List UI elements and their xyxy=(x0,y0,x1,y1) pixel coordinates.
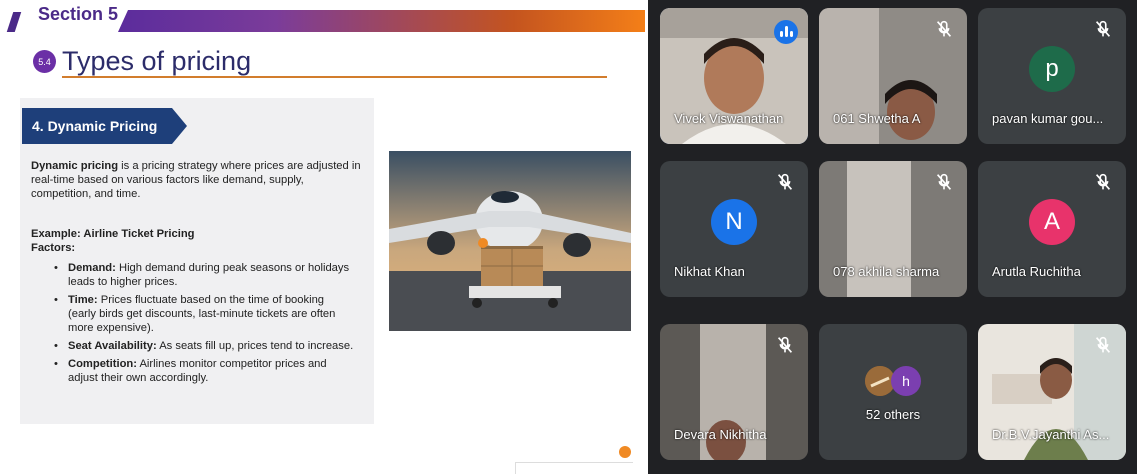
mic-off-icon xyxy=(936,20,952,37)
mic-off-icon xyxy=(936,173,952,190)
presentation-slide: Section 5 5.4 Types of pricing 4. Dynami… xyxy=(0,0,645,474)
others-avatar: h xyxy=(891,366,921,396)
slide-title: Types of pricing xyxy=(62,46,252,76)
participant-name: 061 Shwetha A xyxy=(833,111,921,126)
participant-tile[interactable]: Devara Nikhitha xyxy=(660,324,808,460)
participant-name: pavan kumar gou... xyxy=(992,111,1104,126)
example-title: Example: Airline Ticket Pricing xyxy=(31,228,195,240)
participant-avatar: N xyxy=(711,199,757,245)
section-label: Section 5 xyxy=(38,4,119,24)
factor-item: Time: Prices fluctuate based on the time… xyxy=(54,293,354,335)
participant-tile[interactable]: 061 Shwetha A xyxy=(819,8,967,144)
participant-avatar: p xyxy=(1029,46,1075,92)
factors-title: Factors: xyxy=(31,242,76,254)
mic-off-icon xyxy=(777,336,793,353)
participant-name: Nikhat Khan xyxy=(674,264,745,279)
participant-avatar: A xyxy=(1029,199,1075,245)
title-underline xyxy=(62,76,607,78)
factor-term: Time: xyxy=(68,294,98,306)
others-tile[interactable]: h 52 others xyxy=(819,324,967,460)
participant-tile[interactable]: 078 akhila sharma xyxy=(819,161,967,297)
intro-paragraph: Dynamic pricing is a pricing strategy wh… xyxy=(31,159,361,201)
participant-tile[interactable]: A Arutla Ruchitha xyxy=(978,161,1126,297)
participant-name: Arutla Ruchitha xyxy=(992,264,1081,279)
participant-tile[interactable]: N Nikhat Khan xyxy=(660,161,808,297)
factor-item: Demand: High demand during peak seasons … xyxy=(54,261,354,289)
participant-tile[interactable]: Dr.B.V.Jayanthi As... xyxy=(978,324,1126,460)
others-count: 52 others xyxy=(865,407,921,422)
participant-tile[interactable]: p pavan kumar gou... xyxy=(978,8,1126,144)
factor-text: Prices fluctuate based on the time of bo… xyxy=(68,294,336,334)
factor-item: Seat Availability: As seats fill up, pri… xyxy=(54,339,354,353)
participant-name: Devara Nikhitha xyxy=(674,427,767,442)
factor-term: Seat Availability: xyxy=(68,340,157,352)
mic-off-icon xyxy=(777,173,793,190)
intro-term: Dynamic pricing xyxy=(31,160,119,172)
factor-item: Competition: Airlines monitor competitor… xyxy=(54,357,354,385)
mic-off-icon xyxy=(1095,336,1111,353)
participant-tile[interactable]: Vivek Viswanathan xyxy=(660,8,808,144)
slide-logo-icon xyxy=(619,446,631,458)
slide-footer-note xyxy=(515,462,633,474)
participant-name: 078 akhila sharma xyxy=(833,264,940,279)
airplane-cargo-photo xyxy=(389,151,631,331)
participant-name: Vivek Viswanathan xyxy=(674,111,784,126)
factors-list: Demand: High demand during peak seasons … xyxy=(54,261,354,389)
participant-name: Dr.B.V.Jayanthi As... xyxy=(992,427,1110,442)
factor-term: Competition: xyxy=(68,358,137,370)
topic-banner: 4. Dynamic Pricing xyxy=(22,108,187,144)
audio-level-icon xyxy=(774,20,798,44)
mic-off-icon xyxy=(1095,173,1111,190)
section-number-badge: 5.4 xyxy=(33,50,56,73)
factor-text: As seats fill up, prices tend to increas… xyxy=(156,340,354,352)
mic-off-icon xyxy=(1095,20,1111,37)
factor-term: Demand: xyxy=(68,262,116,274)
participant-grid: Vivek Viswanathan 061 Shwetha A p pavan … xyxy=(648,0,1137,474)
